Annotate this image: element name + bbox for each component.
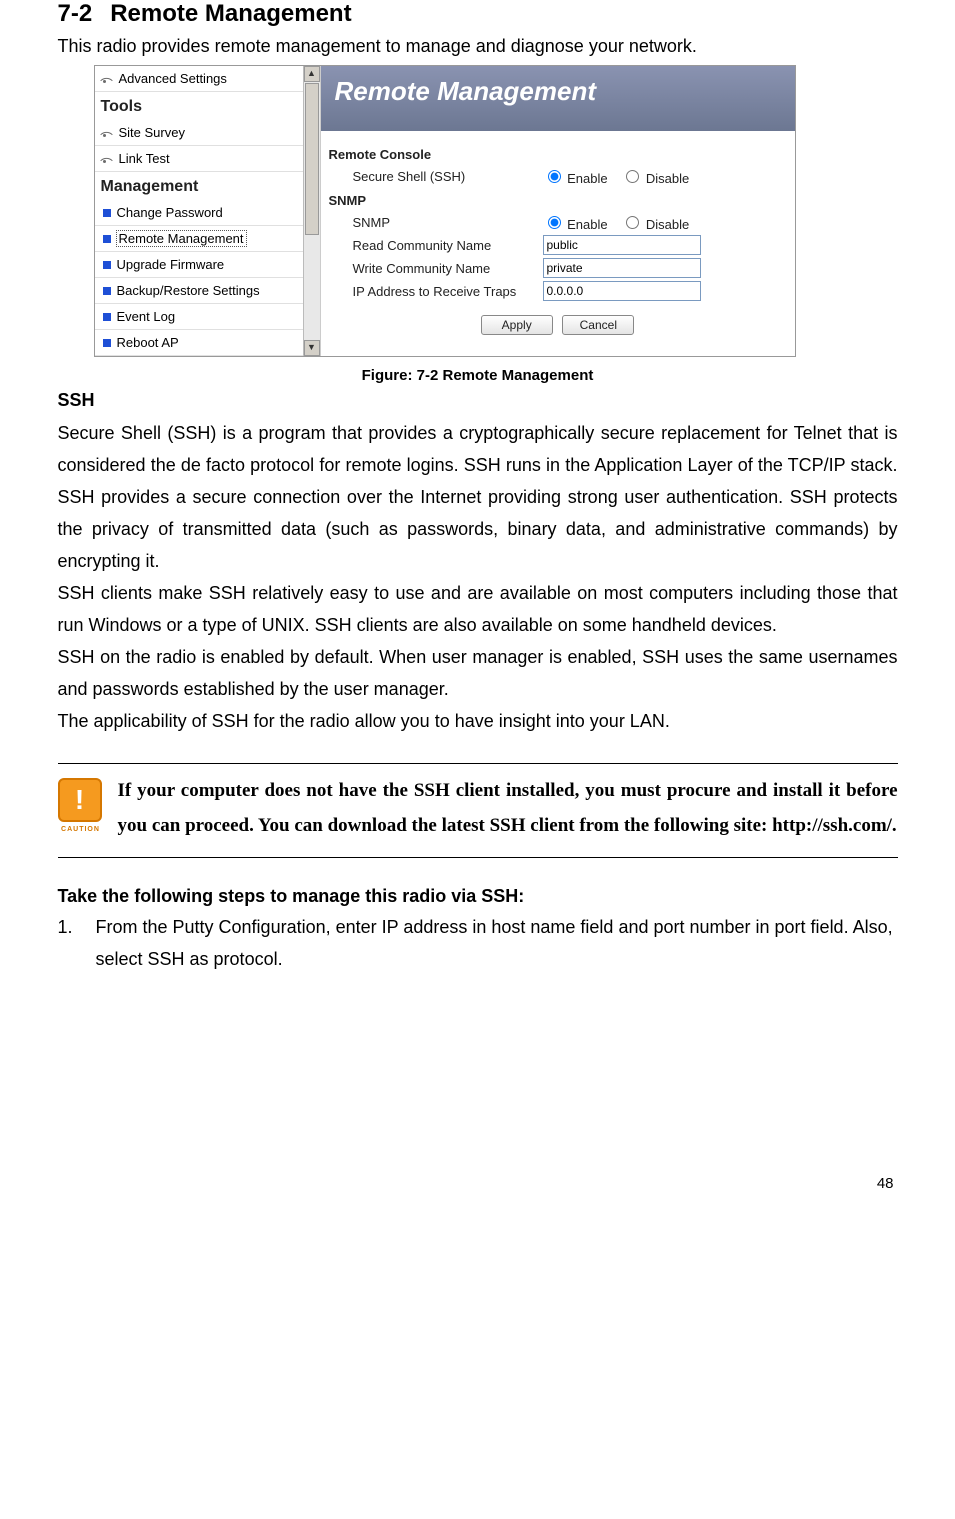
sidebar-group-tools: Tools xyxy=(95,92,304,120)
caution-text: If your computer does not have the SSH c… xyxy=(118,774,898,842)
sidebar-item-upgrade-firmware[interactable]: Upgrade Firmware xyxy=(95,252,304,278)
radio-ssh-enable[interactable]: Enable xyxy=(543,171,608,186)
sidebar-item-link-test[interactable]: Link Test xyxy=(95,146,304,172)
page-banner: Remote Management xyxy=(321,66,795,131)
ssh-paragraph-4: The applicability of SSH for the radio a… xyxy=(58,705,898,737)
page-number: 48 xyxy=(58,1175,898,1192)
section-snmp: SNMP xyxy=(329,189,787,210)
screenshot-figure: Advanced Settings Tools Site Survey Link… xyxy=(94,65,796,357)
wifi-icon xyxy=(103,128,113,138)
nav-sidebar: Advanced Settings Tools Site Survey Link… xyxy=(95,66,321,356)
ssh-paragraph-2: SSH clients make SSH relatively easy to … xyxy=(58,577,898,641)
wifi-icon xyxy=(103,154,113,164)
square-icon xyxy=(103,339,111,347)
input-trap-ip[interactable] xyxy=(543,281,701,301)
sidebar-group-management: Management xyxy=(95,172,304,200)
square-icon xyxy=(103,209,111,217)
section-title: Remote Management xyxy=(110,0,351,27)
figure-caption: Figure: 7-2 Remote Management xyxy=(58,367,898,384)
sidebar-item-site-survey[interactable]: Site Survey xyxy=(95,120,304,146)
radio-snmp-disable[interactable]: Disable xyxy=(621,217,689,232)
label-snmp: SNMP xyxy=(329,215,543,230)
sidebar-item-reboot-ap[interactable]: Reboot AP xyxy=(95,330,304,356)
input-read-community[interactable] xyxy=(543,235,701,255)
ssh-paragraph-3: SSH on the radio is enabled by default. … xyxy=(58,641,898,705)
section-heading: 7-2 Remote Management xyxy=(58,0,898,28)
sidebar-item-advanced[interactable]: Advanced Settings xyxy=(95,66,304,92)
input-write-community[interactable] xyxy=(543,258,701,278)
step-1-number: 1. xyxy=(58,911,78,975)
steps-heading: Take the following steps to manage this … xyxy=(58,886,898,907)
square-icon xyxy=(103,261,111,269)
sidebar-item-remote-management[interactable]: Remote Management xyxy=(95,226,304,252)
sidebar-item-event-log[interactable]: Event Log xyxy=(95,304,304,330)
scroll-up-icon[interactable]: ▲ xyxy=(304,66,320,82)
label-read-community: Read Community Name xyxy=(329,238,543,253)
radio-ssh-disable[interactable]: Disable xyxy=(621,171,689,186)
step-1: 1. From the Putty Configuration, enter I… xyxy=(58,911,898,975)
cancel-button[interactable]: Cancel xyxy=(562,315,634,335)
main-panel: Remote Management Remote Console Secure … xyxy=(321,66,795,356)
scroll-down-icon[interactable]: ▼ xyxy=(304,340,320,356)
wifi-icon xyxy=(103,74,113,84)
scroll-thumb[interactable] xyxy=(305,83,319,235)
square-icon xyxy=(103,235,111,243)
ssh-paragraph-1: Secure Shell (SSH) is a program that pro… xyxy=(58,417,898,577)
sidebar-item-backup-restore[interactable]: Backup/Restore Settings xyxy=(95,278,304,304)
label-write-community: Write Community Name xyxy=(329,261,543,276)
caution-box: ! CAUTION If your computer does not have… xyxy=(58,763,898,857)
ssh-heading: SSH xyxy=(58,390,898,411)
section-number: 7-2 xyxy=(58,0,93,28)
intro-text: This radio provides remote management to… xyxy=(58,36,898,57)
radio-snmp-enable[interactable]: Enable xyxy=(543,217,608,232)
apply-button[interactable]: Apply xyxy=(481,315,553,335)
step-1-text: From the Putty Configuration, enter IP a… xyxy=(96,911,898,975)
label-trap-ip: IP Address to Receive Traps xyxy=(329,284,543,299)
section-remote-console: Remote Console xyxy=(329,143,787,164)
sidebar-item-change-password[interactable]: Change Password xyxy=(95,200,304,226)
label-ssh: Secure Shell (SSH) xyxy=(329,169,543,184)
square-icon xyxy=(103,313,111,321)
scrollbar[interactable]: ▲ ▼ xyxy=(303,66,320,356)
caution-icon: ! CAUTION xyxy=(58,778,104,824)
square-icon xyxy=(103,287,111,295)
